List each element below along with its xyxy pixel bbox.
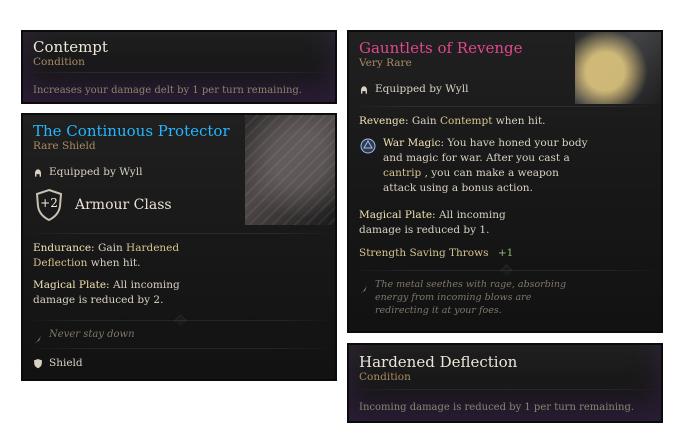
magical-plate-line: Magical Plate: All incoming damage is re… — [359, 208, 551, 238]
gauntlets-subtitle: Very Rare — [359, 57, 412, 69]
gauntlets-artwork — [575, 32, 661, 104]
plate-label: Magical Plate: — [33, 279, 110, 291]
saving-throws-row: Strength Saving Throws +1 — [359, 246, 513, 261]
type-row: Shield — [33, 356, 83, 371]
saving-throws-label: Strength Saving Throws — [359, 247, 489, 259]
contempt-description: Increases your damage delt by 1 per turn… — [33, 85, 303, 96]
revenge-text-2: when hit. — [495, 115, 546, 127]
contempt-title: Contempt Condition — [33, 38, 108, 69]
armour-class-row: +2 Armour Class — [33, 188, 172, 222]
contempt-title-text: Contempt — [33, 38, 108, 56]
armour-label: Armour Class — [75, 197, 172, 213]
hardened-description: Incoming damage is reduced by 1 per turn… — [359, 402, 635, 413]
helmet-icon — [359, 85, 369, 95]
equipped-label: Equipped by Wyll — [49, 166, 143, 178]
contempt-link[interactable]: Contempt — [440, 115, 492, 127]
protector-title: The Continuous Protector — [33, 122, 230, 140]
saving-throws-value: +1 — [497, 247, 514, 259]
quote-text: Never stay down — [49, 329, 135, 340]
hardened-title: Hardened Deflection — [359, 353, 518, 371]
continuous-protector-tooltip: The Continuous Protector Rare Shield Equ… — [21, 113, 337, 381]
armour-value: +2 — [40, 196, 58, 210]
endurance-text-1: Gain — [97, 242, 127, 254]
gauntlets-tooltip: Gauntlets of Revenge Very Rare Equipped … — [347, 30, 663, 333]
divider — [349, 389, 661, 390]
divider — [23, 348, 335, 349]
revenge-line: Revenge: Gain Contempt when hit. — [359, 114, 651, 129]
war-magic-text: War Magic: You have honed your body and … — [383, 136, 588, 196]
endurance-label: Endurance: — [33, 242, 95, 254]
spell-icon — [359, 137, 377, 155]
divider — [349, 106, 661, 107]
quote-row: Never stay down — [33, 329, 135, 344]
shield-small-icon — [33, 358, 43, 369]
plate-label: Magical Plate: — [359, 209, 436, 221]
contempt-subtitle: Condition — [33, 56, 85, 68]
flavor-text: The metal seethes with rage, absorbing e… — [375, 279, 567, 316]
feather-icon — [359, 280, 369, 294]
endurance-line: Endurance: Gain Hardened Deflection when… — [33, 241, 225, 271]
flavor-row: The metal seethes with rage, absorbing e… — [359, 278, 581, 317]
war-magic-label: War Magic: — [383, 137, 445, 149]
contempt-tooltip: Contempt Condition Increases your damage… — [21, 30, 337, 104]
type-label: Shield — [49, 357, 83, 369]
divider — [23, 320, 335, 321]
divider — [23, 233, 335, 234]
magical-plate-line: Magical Plate: All incoming damage is re… — [33, 278, 225, 308]
endurance-text-2: when hit. — [90, 257, 141, 269]
equipped-row: Equipped by Wyll — [33, 165, 142, 180]
feather-icon — [33, 330, 43, 344]
war-magic-block: War Magic: You have honed your body and … — [359, 136, 641, 196]
cantrip-link[interactable]: cantrip — [383, 167, 421, 179]
hardened-subtitle: Condition — [359, 371, 411, 383]
hardened-deflection-tooltip: Hardened Deflection Condition Incoming d… — [347, 343, 663, 423]
revenge-label: Revenge: — [359, 115, 409, 127]
revenge-text-1: Gain — [411, 115, 440, 127]
helmet-icon — [33, 168, 43, 178]
shield-artwork — [245, 115, 335, 225]
equipped-label: Equipped by Wyll — [375, 83, 469, 95]
divider — [349, 270, 661, 271]
divider — [23, 72, 335, 73]
protector-subtitle: Rare Shield — [33, 140, 96, 152]
gauntlets-title: Gauntlets of Revenge — [359, 39, 523, 57]
equipped-row: Equipped by Wyll — [359, 82, 468, 97]
shield-icon: +2 — [33, 188, 65, 222]
